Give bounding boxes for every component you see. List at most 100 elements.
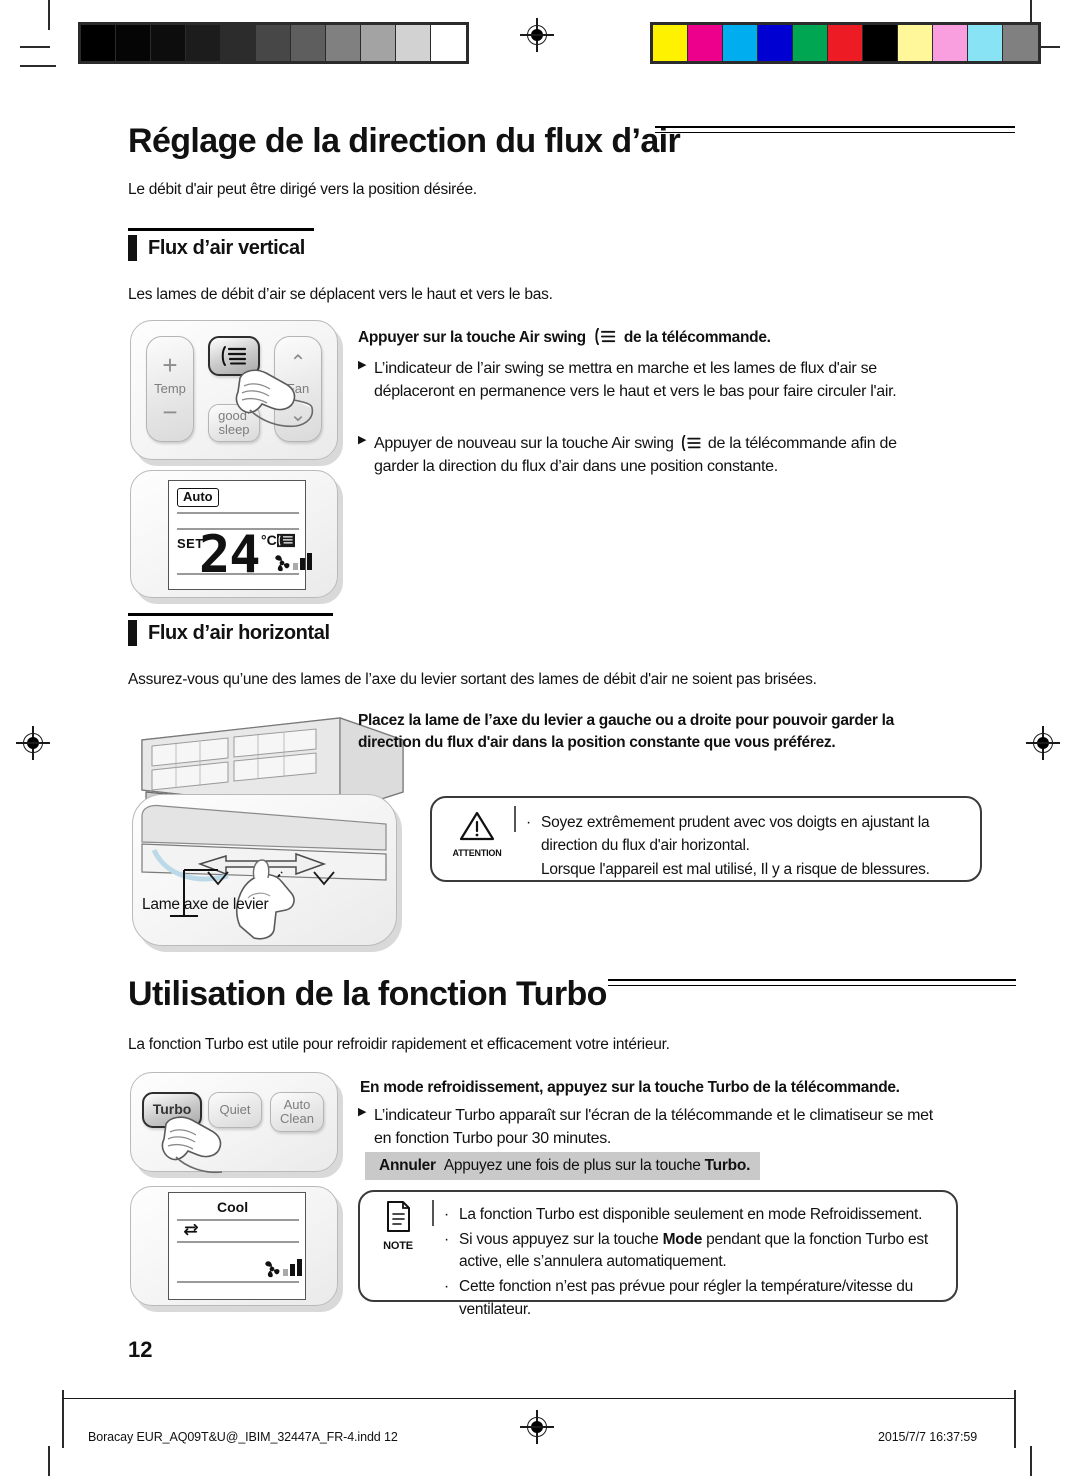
turbo-button[interactable]: Turbo xyxy=(142,1092,202,1128)
annuler-label: Annuler xyxy=(379,1157,436,1174)
good-sleep-label-2: sleep xyxy=(218,422,250,437)
air-swing-button[interactable] xyxy=(208,336,260,376)
triangle-bullet-icon: ▶ xyxy=(358,1106,367,1118)
vertical-lead-text: Appuyer sur la touche Air swing de la té… xyxy=(358,327,948,349)
lcd-divider-2 xyxy=(177,1241,299,1243)
attention-item-2: Lorsque l'appareil est mal utilisé, Il y… xyxy=(541,861,930,879)
auto-clean-label-1: Auto xyxy=(283,1096,311,1112)
bullet-dot-icon: · xyxy=(444,1277,449,1295)
annuler-text: Appuyez une fois de plus sur la touche xyxy=(443,1157,701,1174)
attention-callout: ATTENTION · Soyez extrêmement prudent av… xyxy=(430,796,982,882)
temp-label: Temp xyxy=(154,380,186,396)
turbo-button-label: Turbo xyxy=(152,1101,192,1118)
vertical-lead-post: de la télécommande. xyxy=(623,329,771,346)
lcd-divider-1 xyxy=(177,1219,299,1221)
note-callout: NOTE · La fonction Turbo est disponible … xyxy=(358,1190,958,1318)
lcd-mode-cool: Cool xyxy=(217,1199,249,1215)
turbo-bullet-1: ▶ L’indicateur Turbo apparaît sur l'écra… xyxy=(358,1104,948,1156)
chevron-down-icon: ⌄ xyxy=(289,404,307,427)
note-divider xyxy=(432,1200,434,1226)
vertical-bullet-1-text: L’indicateur de l’air swing se mettra en… xyxy=(374,360,897,401)
attention-divider xyxy=(514,806,516,832)
fan-bar-2 xyxy=(300,558,305,570)
section-title-rule-top xyxy=(655,126,1015,128)
note-item-2-bold: Mode xyxy=(662,1230,703,1248)
quiet-button-label: Quiet xyxy=(219,1101,251,1117)
note-item-2-pre: Si vous appuyez sur la touche xyxy=(459,1230,659,1248)
fan-button[interactable]: ⌃ Fan ⌄ xyxy=(274,336,322,442)
air-swing-icon xyxy=(221,346,247,366)
lcd-temperature-value: 24 xyxy=(199,525,261,585)
turbo-indicator-icon xyxy=(184,1223,198,1236)
attention-icon-column: ATTENTION xyxy=(446,810,508,858)
temp-down-label: − xyxy=(162,397,178,428)
subsection-horizontal-heading: Flux d’air horizontal xyxy=(128,613,333,646)
turbo-bullet-1-text: L’indicateur Turbo apparaît sur l'écran … xyxy=(374,1107,933,1148)
lcd-fan-level-bars xyxy=(283,1259,302,1276)
bullet-dot-icon: · xyxy=(526,814,531,831)
horizontal-intro-text: Assurez-vous qu’une des lames de l’axe d… xyxy=(128,671,817,688)
fan-bar-2 xyxy=(290,1264,295,1276)
lcd-divider-3 xyxy=(177,1281,299,1283)
fan-label: Fan xyxy=(286,380,310,396)
section-title-turbo: Utilisation de la fonction Turbo xyxy=(128,975,607,1013)
lcd-divider-1 xyxy=(177,512,299,514)
lcd-temperature-unit: °C xyxy=(261,532,277,548)
footer-filename: Boracay EUR_AQ09T&U@_IBIM_32447A_FR-4.in… xyxy=(88,1430,398,1444)
auto-clean-label-2: Clean xyxy=(280,1111,314,1126)
note-item-1: La fonction Turbo est disponible seuleme… xyxy=(459,1206,923,1223)
vertical-lead-pre: Appuyer sur la touche Air swing xyxy=(358,329,586,346)
air-swing-icon xyxy=(681,435,701,451)
subsection-rule xyxy=(128,228,314,231)
vertical-bullet-2-text: Appuyer de nouveau sur la touche Air swi… xyxy=(374,432,938,478)
footer-rule xyxy=(62,1398,1015,1399)
subsection-vertical-heading: Flux d’air vertical xyxy=(128,228,314,261)
fan-icon xyxy=(265,1261,280,1278)
annuler-text-bold: Turbo. xyxy=(704,1157,751,1174)
lcd-mode-badge: Auto xyxy=(177,488,219,507)
note-text-list: · La fonction Turbo est disponible seule… xyxy=(444,1204,944,1323)
subsection-vertical-label: Flux d’air vertical xyxy=(148,236,305,259)
turbo-lead-text: En mode refroidissement, appuyez sur la … xyxy=(360,1079,900,1096)
vertical-bullet-1: ▶ L’indicateur de l’air swing se mettra … xyxy=(358,357,938,409)
bullet-dot-icon: · xyxy=(444,1206,449,1223)
section-title-rule-bottom-turbo xyxy=(608,985,1016,986)
auto-clean-button[interactable]: Auto Clean xyxy=(270,1092,324,1132)
air-swing-icon xyxy=(595,328,616,345)
note-icon-column: NOTE xyxy=(370,1200,426,1252)
page-number: 12 xyxy=(128,1337,153,1362)
bullet-spacer xyxy=(526,859,541,882)
section-title-rule-bottom xyxy=(655,132,1015,133)
subsection-horizontal-label: Flux d’air horizontal xyxy=(148,621,330,644)
section-intro-airflow: Le débit d'air peut être dirigé vers la … xyxy=(128,181,477,198)
lcd-screen-turbo: Cool xyxy=(168,1192,306,1300)
fan-bar-1 xyxy=(293,563,298,570)
fan-bar-3 xyxy=(307,553,312,570)
fan-bar-1 xyxy=(283,1269,288,1276)
attention-item-1: Soyez extrêmement prudent avec vos doigt… xyxy=(541,814,930,854)
vertical-intro-text: Les lames de débit d’air se déplacent ve… xyxy=(128,286,553,303)
temp-button[interactable]: + Temp − xyxy=(146,336,194,442)
temp-up-label: + xyxy=(162,350,178,381)
warning-triangle-icon xyxy=(459,811,495,841)
louver-detail-illustration xyxy=(141,804,387,940)
manual-page: Réglage de la direction du flux d’air Le… xyxy=(0,0,1080,1476)
note-item-3: Cette fonction n’est pas prévue pour rég… xyxy=(459,1277,914,1318)
subsection-marker xyxy=(128,235,137,261)
section-title-rule-top-turbo xyxy=(608,979,1016,981)
note-label: NOTE xyxy=(383,1240,413,1252)
vertical-bullet-2: ▶ Appuyer de nouveau sur la touche Air s… xyxy=(358,432,938,484)
lcd-divider-3 xyxy=(177,573,299,575)
horizontal-lead-text: Placez la lame de l’axe du levier a gauc… xyxy=(358,712,894,752)
quiet-button[interactable]: Quiet xyxy=(208,1092,262,1128)
good-sleep-button[interactable]: good’ sleep xyxy=(208,404,260,442)
fan-bar-3 xyxy=(297,1259,302,1276)
attention-label: ATTENTION xyxy=(452,848,502,858)
lcd-fan-level-bars xyxy=(293,553,312,570)
section-title-airflow: Réglage de la direction du flux d’air xyxy=(128,122,681,160)
lever-blade-label: Lame axe de levier xyxy=(142,896,269,913)
bullet-dot-icon: · xyxy=(444,1230,449,1248)
note-item-2: Si vous appuyez sur la touche Mode penda… xyxy=(459,1229,944,1274)
footer-timestamp: 2015/7/7 16:37:59 xyxy=(878,1430,978,1444)
air-swing-icon xyxy=(277,533,295,548)
